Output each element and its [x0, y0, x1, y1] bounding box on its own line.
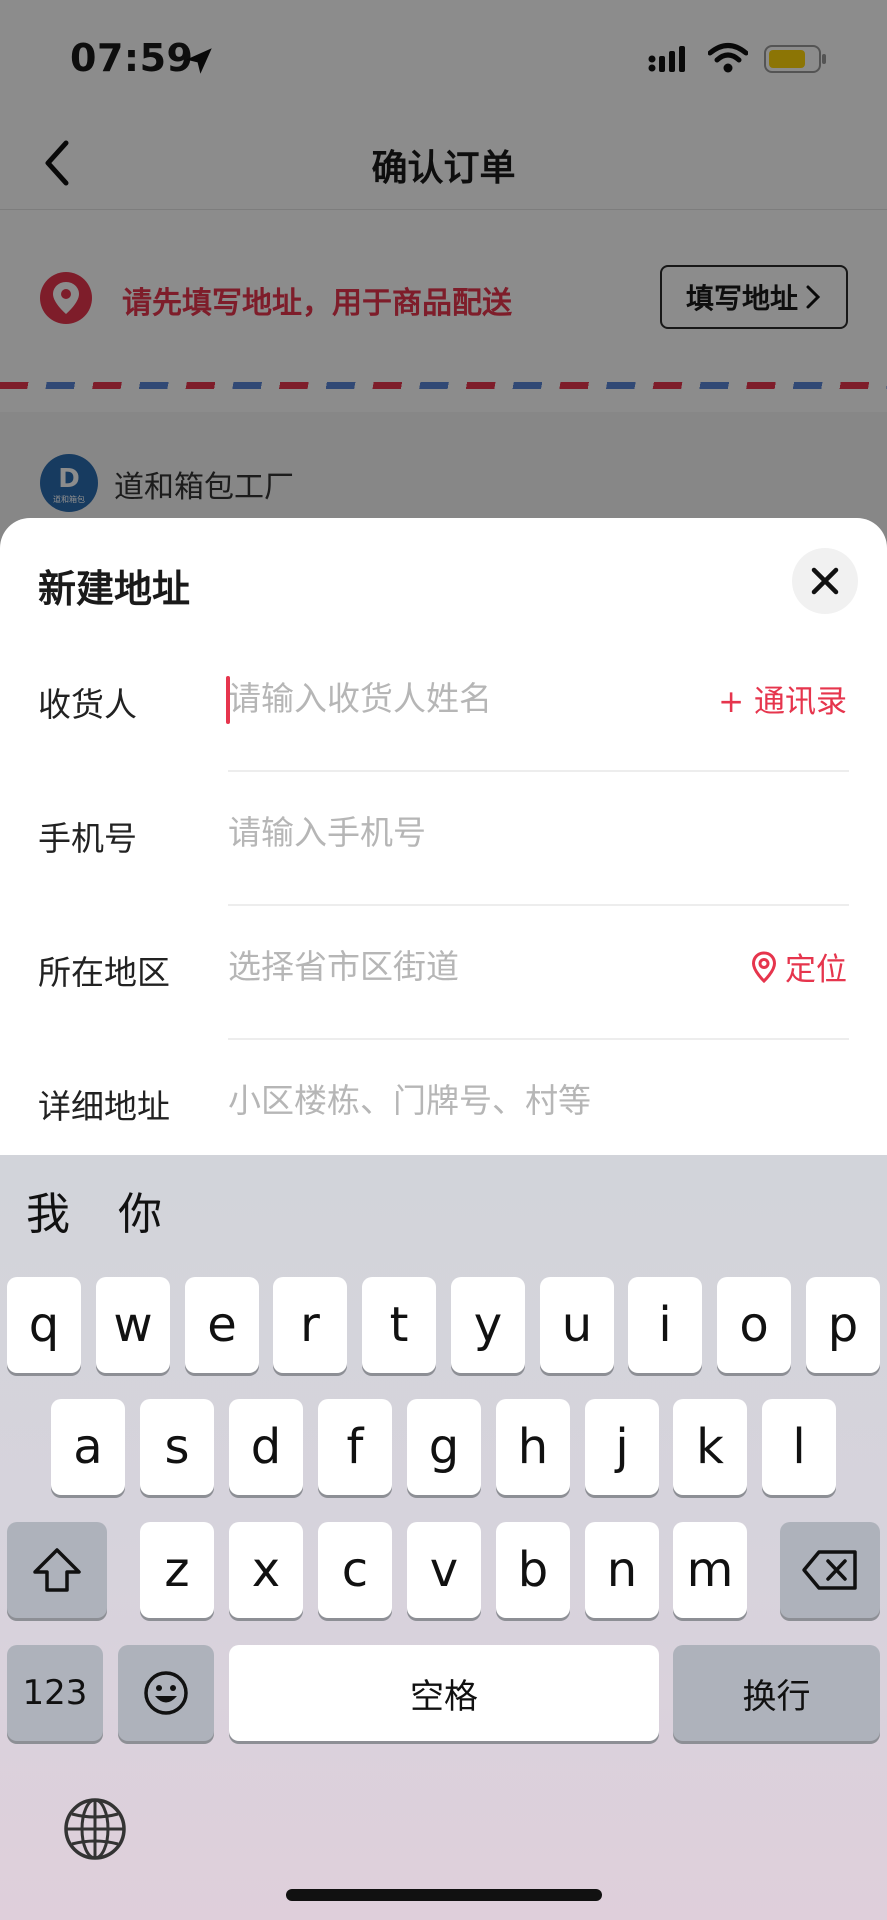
detail-address-label: 详细地址 — [38, 1087, 170, 1126]
candidate-word[interactable]: 我 — [26, 1178, 70, 1242]
key-c[interactable]: c — [318, 1522, 392, 1618]
recipient-label: 收货人 — [38, 685, 137, 724]
keyboard-row-2: a s d f g h j k l — [0, 1399, 887, 1497]
phone-label: 手机号 — [38, 819, 137, 858]
detail-address-row: 详细地址 — [0, 1040, 887, 1174]
shift-key[interactable] — [7, 1522, 107, 1618]
key-y[interactable]: y — [451, 1277, 525, 1373]
key-o[interactable]: o — [717, 1277, 791, 1373]
key-f[interactable]: f — [318, 1399, 392, 1495]
key-m[interactable]: m — [673, 1522, 747, 1618]
key-a[interactable]: a — [51, 1399, 125, 1495]
key-d[interactable]: d — [229, 1399, 303, 1495]
close-button[interactable] — [792, 548, 858, 614]
key-w[interactable]: w — [96, 1277, 170, 1373]
delete-icon — [802, 1550, 857, 1590]
location-pin-icon — [751, 950, 777, 983]
key-h[interactable]: h — [496, 1399, 570, 1495]
globe-icon[interactable] — [62, 1796, 128, 1862]
new-address-sheet: 新建地址 收货人 + 通讯录 手机号 所在地区 定位 详细地址 — [0, 518, 887, 1158]
candidate-bar: 我 你 — [0, 1155, 887, 1265]
modal-backdrop[interactable] — [0, 0, 887, 560]
return-key[interactable]: 换行 — [673, 1645, 880, 1741]
key-u[interactable]: u — [540, 1277, 614, 1373]
region-input[interactable] — [228, 936, 648, 996]
key-b[interactable]: b — [496, 1522, 570, 1618]
phone-input[interactable] — [228, 802, 648, 862]
locate-button[interactable]: 定位 — [751, 944, 847, 989]
key-p[interactable]: p — [806, 1277, 880, 1373]
key-q[interactable]: q — [7, 1277, 81, 1373]
phone-row: 手机号 — [0, 772, 887, 906]
keyboard-row-4: 123 空格 换行 — [0, 1645, 887, 1743]
contacts-button[interactable]: + 通讯录 — [718, 676, 847, 721]
key-z[interactable]: z — [140, 1522, 214, 1618]
home-indicator[interactable] — [286, 1889, 602, 1901]
key-r[interactable]: r — [273, 1277, 347, 1373]
key-j[interactable]: j — [585, 1399, 659, 1495]
emoji-icon — [144, 1671, 188, 1715]
sheet-title: 新建地址 — [38, 567, 191, 611]
close-icon — [811, 567, 839, 595]
detail-address-input[interactable] — [228, 1070, 648, 1130]
shift-icon — [33, 1548, 81, 1592]
keyboard: 我 你 q w e r t y u i o p a s d f g h j k … — [0, 1155, 887, 1920]
key-x[interactable]: x — [229, 1522, 303, 1618]
key-e[interactable]: e — [185, 1277, 259, 1373]
candidate-word[interactable]: 你 — [118, 1178, 162, 1242]
delete-key[interactable] — [780, 1522, 880, 1618]
key-t[interactable]: t — [362, 1277, 436, 1373]
recipient-row: 收货人 + 通讯录 — [0, 638, 887, 772]
background-page: 07:59 确认订单 请先填写地址，用于商品配送 填写地址 D 道和箱包 道和箱… — [0, 0, 887, 562]
text-caret — [226, 676, 230, 724]
region-label: 所在地区 — [38, 953, 170, 992]
numbers-key[interactable]: 123 — [7, 1645, 103, 1741]
space-key[interactable]: 空格 — [229, 1645, 659, 1741]
key-l[interactable]: l — [762, 1399, 836, 1495]
keyboard-row-1: q w e r t y u i o p — [0, 1277, 887, 1375]
key-g[interactable]: g — [407, 1399, 481, 1495]
key-v[interactable]: v — [407, 1522, 481, 1618]
key-i[interactable]: i — [628, 1277, 702, 1373]
keyboard-row-3: z x c v b n m — [0, 1522, 887, 1620]
key-n[interactable]: n — [585, 1522, 659, 1618]
emoji-key[interactable] — [118, 1645, 214, 1741]
key-k[interactable]: k — [673, 1399, 747, 1495]
locate-label: 定位 — [785, 952, 847, 988]
recipient-input[interactable] — [228, 668, 648, 728]
region-row: 所在地区 定位 — [0, 906, 887, 1040]
key-s[interactable]: s — [140, 1399, 214, 1495]
